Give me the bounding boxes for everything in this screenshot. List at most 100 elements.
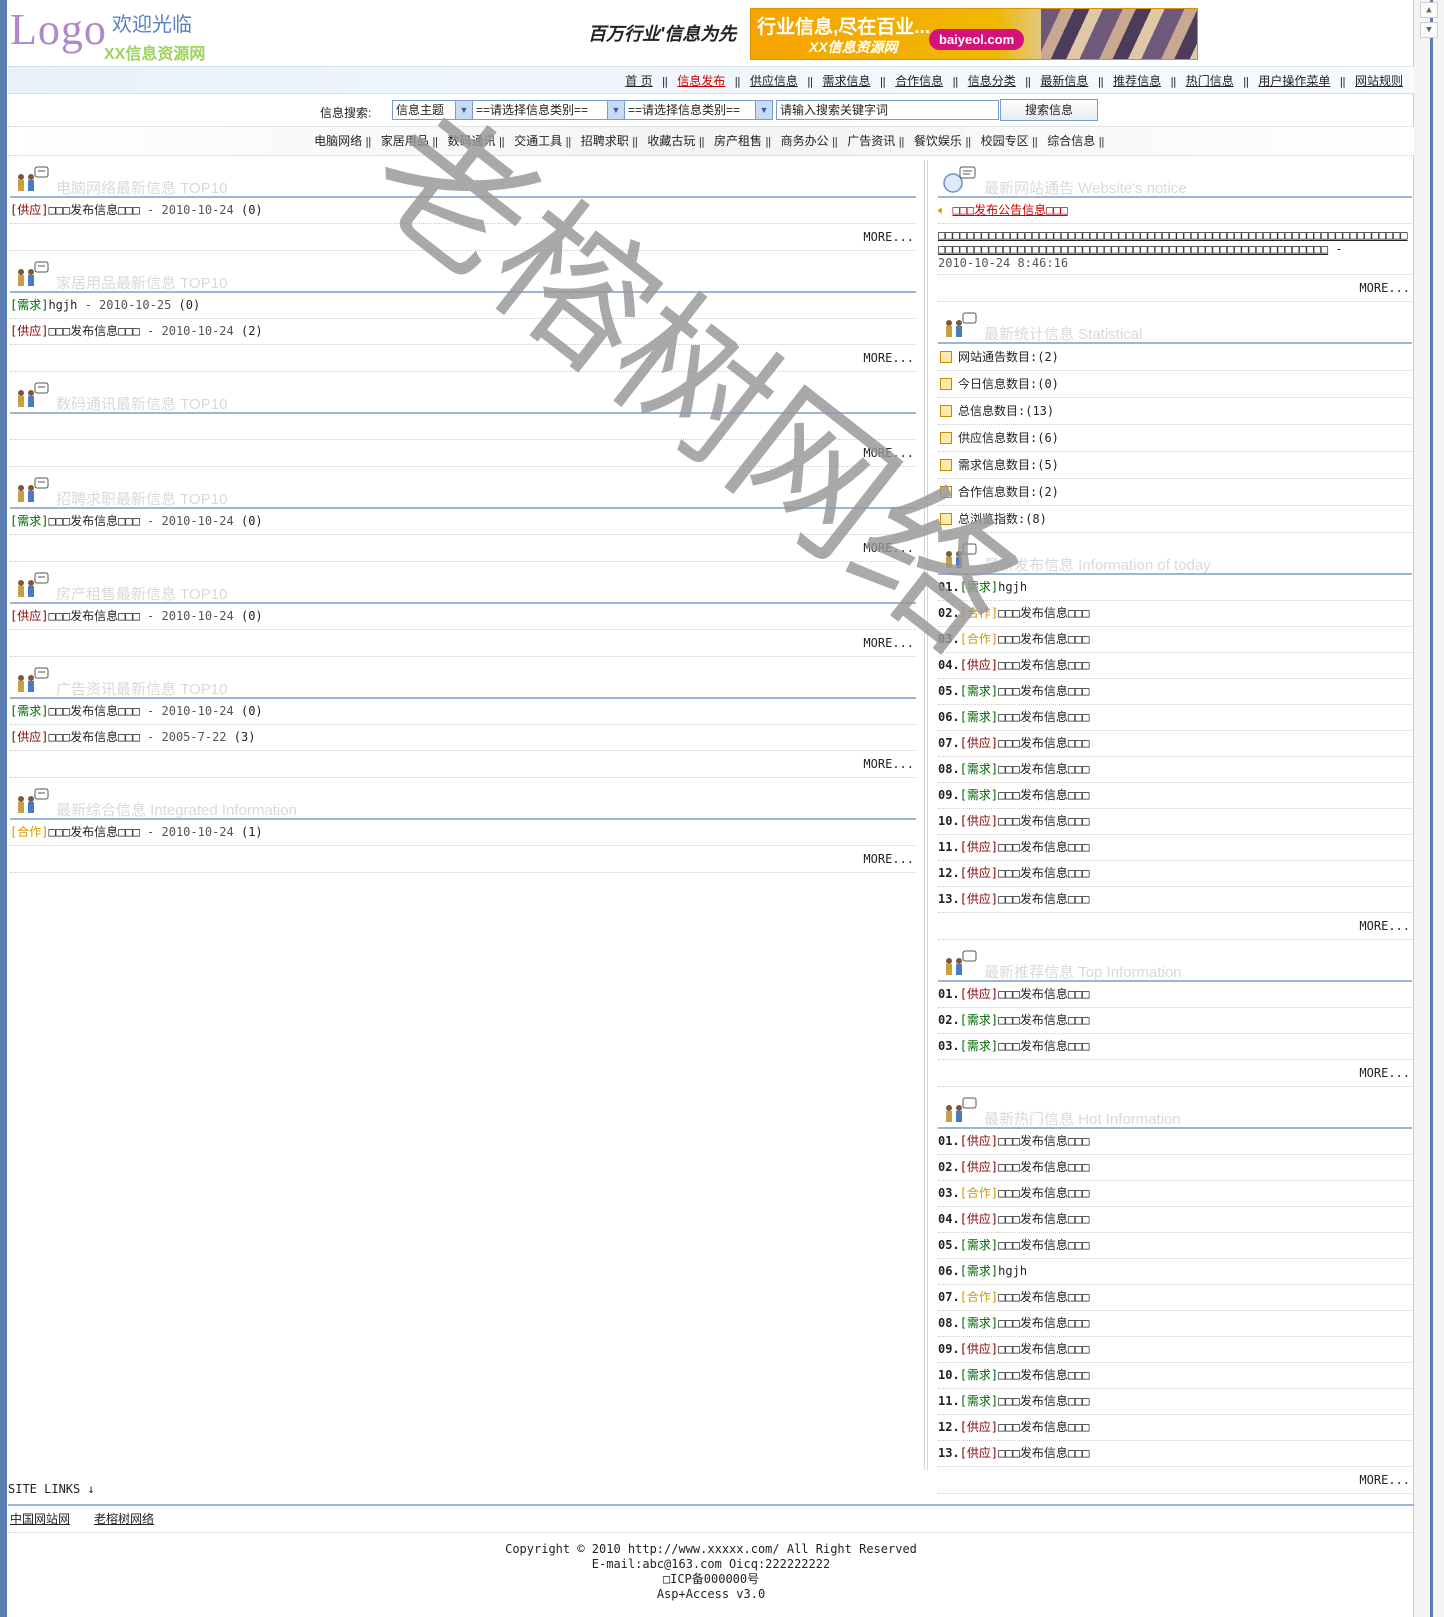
list-item[interactable]: 13.[供应]□□□发布信息□□□ [938, 887, 1412, 913]
list-item[interactable]: 12.[供应]□□□发布信息□□□ [938, 1415, 1412, 1441]
list-item[interactable]: [供应]□□□发布信息□□□ - 2010-10-24 (0) [10, 604, 916, 630]
category-link[interactable]: 交通工具 [514, 134, 562, 148]
list-item[interactable]: 04.[供应]□□□发布信息□□□ [938, 653, 1412, 679]
info-title[interactable]: □□□发布信息□□□ [48, 609, 139, 623]
info-title[interactable]: □□□发布信息□□□ [998, 1238, 1089, 1252]
nav-link[interactable]: 信息发布 [677, 74, 725, 88]
list-item[interactable]: 13.[供应]□□□发布信息□□□ [938, 1441, 1412, 1467]
search-input[interactable]: 请输入搜索关键字词 [776, 100, 999, 120]
list-item[interactable]: 04.[供应]□□□发布信息□□□ [938, 1207, 1412, 1233]
info-title[interactable]: □□□发布信息□□□ [998, 710, 1089, 724]
list-item[interactable]: 09.[供应]□□□发布信息□□□ [938, 1337, 1412, 1363]
notice-link[interactable]: □□□发布公告信息□□□ [952, 203, 1067, 217]
more-link[interactable]: MORE... [10, 345, 916, 372]
info-title[interactable]: □□□发布信息□□□ [998, 1212, 1089, 1226]
info-title[interactable]: □□□发布信息□□□ [48, 514, 139, 528]
info-title[interactable]: □□□发布信息□□□ [48, 704, 139, 718]
list-item[interactable]: [需求]□□□发布信息□□□ - 2010-10-24 (0) [10, 699, 916, 725]
list-item[interactable]: 02.[需求]□□□发布信息□□□ [938, 1008, 1412, 1034]
category-link[interactable]: 广告资讯 [847, 134, 895, 148]
more-link[interactable]: MORE... [10, 440, 916, 467]
info-title[interactable]: □□□发布信息□□□ [998, 606, 1089, 620]
more-link[interactable]: MORE... [938, 913, 1412, 940]
info-title[interactable]: □□□发布信息□□□ [998, 762, 1089, 776]
info-title[interactable]: □□□发布信息□□□ [998, 788, 1089, 802]
list-item[interactable]: 01.[供应]□□□发布信息□□□ [938, 1129, 1412, 1155]
list-item[interactable]: 06.[需求]□□□发布信息□□□ [938, 705, 1412, 731]
category-link[interactable]: 数码通讯 [447, 134, 495, 148]
nav-link[interactable]: 用户操作菜单 [1258, 74, 1330, 88]
info-type-select[interactable]: ==请选择信息类别== ▼ [472, 100, 625, 120]
info-class-select[interactable]: ==请选择信息类别== ▼ [624, 100, 773, 120]
list-item[interactable]: 12.[供应]□□□发布信息□□□ [938, 861, 1412, 887]
chevron-down-icon[interactable]: ▼ [455, 101, 472, 119]
list-item[interactable]: 11.[需求]□□□发布信息□□□ [938, 1389, 1412, 1415]
category-link[interactable]: 校园专区 [981, 134, 1029, 148]
scroll-up-icon[interactable]: ▲ [1420, 2, 1438, 18]
info-title[interactable]: □□□发布信息□□□ [998, 1160, 1089, 1174]
list-item[interactable]: 07.[供应]□□□发布信息□□□ [938, 731, 1412, 757]
more-link[interactable]: MORE... [10, 846, 916, 873]
more-link[interactable]: MORE... [10, 751, 916, 778]
nav-link[interactable]: 网站规则 [1355, 74, 1403, 88]
info-title[interactable]: □□□发布信息□□□ [998, 1342, 1089, 1356]
info-title[interactable]: hgjh [998, 580, 1027, 594]
category-link[interactable]: 商务办公 [781, 134, 829, 148]
info-title[interactable]: □□□发布信息□□□ [998, 736, 1089, 750]
list-item[interactable]: 08.[需求]□□□发布信息□□□ [938, 757, 1412, 783]
list-item[interactable]: 05.[需求]□□□发布信息□□□ [938, 1233, 1412, 1259]
list-item[interactable]: 10.[供应]□□□发布信息□□□ [938, 809, 1412, 835]
nav-link[interactable]: 合作信息 [895, 74, 943, 88]
scroll-down-icon[interactable]: ▼ [1420, 22, 1438, 38]
list-item[interactable]: 01.[需求]hgjh [938, 575, 1412, 601]
list-item[interactable]: [供应]□□□发布信息□□□ - 2005-7-22 (3) [10, 725, 916, 751]
category-link[interactable]: 家居用品 [381, 134, 429, 148]
more-link[interactable]: MORE... [938, 1060, 1412, 1087]
info-title[interactable]: □□□发布信息□□□ [998, 1316, 1089, 1330]
info-title[interactable]: □□□发布信息□□□ [998, 1039, 1089, 1053]
nav-link[interactable]: 信息分类 [968, 74, 1016, 88]
category-link[interactable]: 电脑网络 [314, 134, 362, 148]
list-item[interactable]: 03.[合作]□□□发布信息□□□ [938, 1181, 1412, 1207]
friend-link[interactable]: 中国网站网 [10, 1512, 70, 1526]
chevron-down-icon[interactable]: ▼ [755, 101, 772, 119]
list-item[interactable]: [供应]□□□发布信息□□□ - 2010-10-24 (0) [10, 198, 916, 224]
info-title[interactable]: □□□发布信息□□□ [48, 203, 139, 217]
site-logo[interactable]: Logo [10, 4, 107, 55]
info-title[interactable]: □□□发布信息□□□ [48, 730, 139, 744]
info-title[interactable]: □□□发布信息□□□ [998, 1134, 1089, 1148]
nav-link[interactable]: 首 页 [625, 74, 652, 88]
info-title[interactable]: □□□发布信息□□□ [998, 1394, 1089, 1408]
nav-link[interactable]: 热门信息 [1186, 74, 1234, 88]
scrollbar[interactable]: ▲ ▼ [1413, 0, 1444, 1617]
list-item[interactable]: 06.[需求]hgjh [938, 1259, 1412, 1285]
friend-link[interactable]: 老榕树网络 [94, 1512, 154, 1526]
search-field-select[interactable]: 信息主题 ▼ [392, 100, 473, 120]
list-item[interactable]: [合作]□□□发布信息□□□ - 2010-10-24 (1) [10, 820, 916, 846]
info-title[interactable]: □□□发布信息□□□ [998, 987, 1089, 1001]
info-title[interactable]: □□□发布信息□□□ [998, 814, 1089, 828]
nav-link[interactable]: 需求信息 [823, 74, 871, 88]
list-item[interactable]: 07.[合作]□□□发布信息□□□ [938, 1285, 1412, 1311]
list-item[interactable]: [供应]□□□发布信息□□□ - 2010-10-24 (2) [10, 319, 916, 345]
list-item[interactable]: [需求]□□□发布信息□□□ - 2010-10-24 (0) [10, 509, 916, 535]
info-title[interactable]: □□□发布信息□□□ [998, 1446, 1089, 1460]
chevron-down-icon[interactable]: ▼ [607, 101, 624, 119]
list-item[interactable]: 05.[需求]□□□发布信息□□□ [938, 679, 1412, 705]
nav-link[interactable]: 推荐信息 [1113, 74, 1161, 88]
list-item[interactable]: 01.[供应]□□□发布信息□□□ [938, 982, 1412, 1008]
list-item[interactable]: 11.[供应]□□□发布信息□□□ [938, 835, 1412, 861]
list-item[interactable]: 10.[需求]□□□发布信息□□□ [938, 1363, 1412, 1389]
info-title[interactable]: □□□发布信息□□□ [998, 1368, 1089, 1382]
more-link[interactable]: MORE... [10, 630, 916, 657]
info-title[interactable]: □□□发布信息□□□ [998, 1420, 1089, 1434]
category-link[interactable]: 综合信息 [1047, 134, 1095, 148]
more-link[interactable]: MORE... [10, 224, 916, 251]
info-title[interactable]: □□□发布信息□□□ [998, 1290, 1089, 1304]
info-title[interactable]: □□□发布信息□□□ [998, 1013, 1089, 1027]
info-title[interactable]: □□□发布信息□□□ [998, 892, 1089, 906]
info-title[interactable]: □□□发布信息□□□ [998, 632, 1089, 646]
category-link[interactable]: 房产租售 [714, 134, 762, 148]
list-item[interactable]: 03.[需求]□□□发布信息□□□ [938, 1034, 1412, 1060]
list-item[interactable]: 02.[供应]□□□发布信息□□□ [938, 1155, 1412, 1181]
